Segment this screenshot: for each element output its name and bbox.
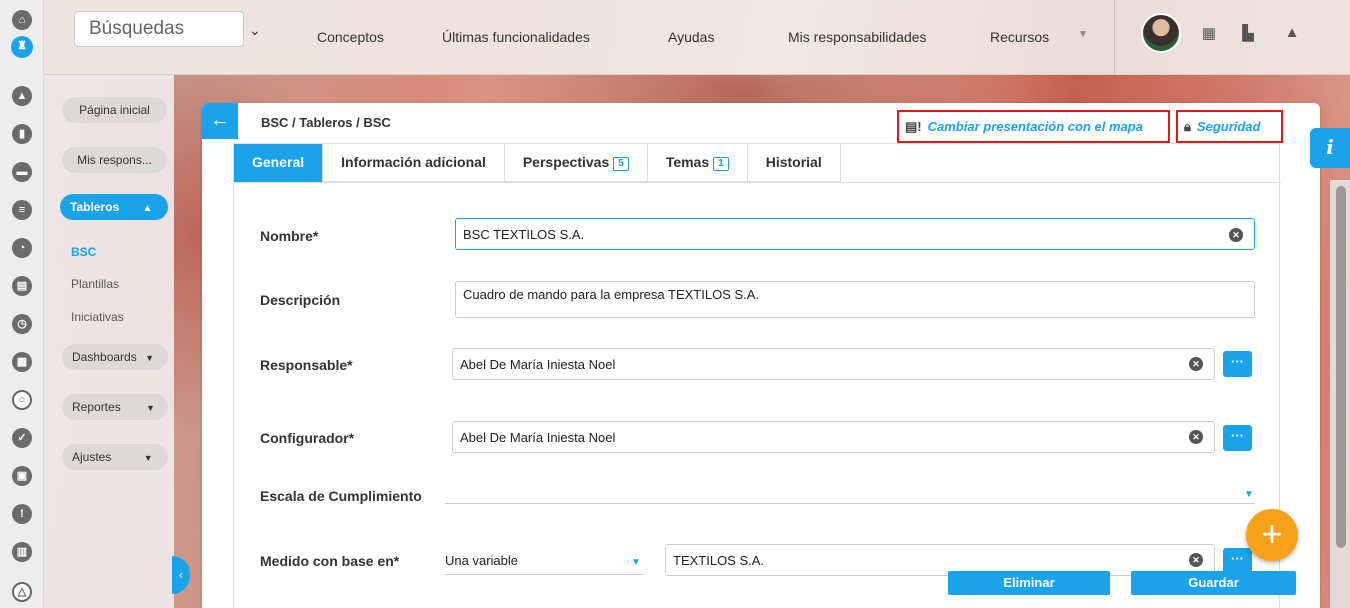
tab-label: Temas xyxy=(665,154,710,170)
sidebar-item-label: Reportes xyxy=(72,400,121,414)
info-icon[interactable]: i xyxy=(1310,128,1350,168)
count-badge: 5 xyxy=(613,157,629,171)
calendar-icon[interactable]: ▥ xyxy=(12,542,32,562)
description-label: Descripción xyxy=(260,292,341,308)
sidebar: Página inicial Mis respons... Tableros ▲… xyxy=(44,75,174,608)
configurator-field[interactable]: Abel De María Iniesta Noel xyxy=(452,421,1215,453)
caret-down-icon: ▼ xyxy=(143,453,153,463)
nav-resources[interactable]: Recursos xyxy=(990,29,1049,45)
bell-icon[interactable]: ▲ xyxy=(1283,24,1301,42)
tab-label: Perspectivas xyxy=(522,154,610,170)
change-map-view-button[interactable]: ▤! Cambiar presentación con el mapa xyxy=(897,110,1170,143)
user-up-icon[interactable]: ▲ xyxy=(12,86,32,106)
clear-icon[interactable]: ✕ xyxy=(1189,357,1203,371)
based-on-label: Medido con base en* xyxy=(260,553,400,569)
security-label: Seguridad xyxy=(1196,119,1261,134)
nav-latest-features[interactable]: Últimas funcionalidades xyxy=(442,29,590,45)
nav-my-responsibilities[interactable]: Mis responsabilidades xyxy=(788,29,927,45)
change-map-view-label: Cambiar presentación con el mapa xyxy=(927,119,1143,134)
caret-down-icon: ▼ xyxy=(146,403,155,413)
pie-icon[interactable]: ◔ xyxy=(12,238,32,258)
compliance-scale-select[interactable] xyxy=(445,486,1255,504)
network-icon[interactable]: △ xyxy=(12,582,32,602)
tab-additional-info[interactable]: Información adicional xyxy=(323,144,505,182)
caret-down-icon: ▼ xyxy=(145,353,154,363)
sidebar-link-bsc[interactable]: BSC xyxy=(71,245,96,259)
name-field[interactable]: BSC TEXTILOS S.A. xyxy=(455,218,1255,250)
clear-icon[interactable]: ✕ xyxy=(1189,430,1203,444)
book-icon[interactable]: ▤ xyxy=(12,276,32,296)
sidebar-item-boards[interactable]: Tableros ▲ xyxy=(60,194,168,220)
icon-rail: ⌂ ♜ ▲ ▮ ▬ ≡ ◔ ▤ ◷ ▦ ○ ✓ ▣ ! ▥ △ xyxy=(0,0,44,608)
clear-icon[interactable]: ✕ xyxy=(1229,228,1243,242)
circle-dash-icon[interactable]: ○ xyxy=(12,390,32,410)
scrollbar-thumb[interactable] xyxy=(1336,186,1346,548)
compliance-scale-label: Escala de Cumplimiento xyxy=(260,488,422,504)
check-icon[interactable]: ✓ xyxy=(12,428,32,448)
home-icon[interactable]: ⌂ xyxy=(12,10,32,30)
tower-icon[interactable]: ♜ xyxy=(11,36,33,58)
search-box[interactable]: Búsquedas xyxy=(74,11,244,47)
tab-perspectives[interactable]: Perspectivas 5 xyxy=(504,144,648,182)
sidebar-item-label: Dashboards xyxy=(72,350,137,364)
sidebar-item-mine[interactable]: Mis respons... xyxy=(62,147,167,173)
tab-history[interactable]: Historial xyxy=(747,144,841,182)
add-button[interactable]: + xyxy=(1246,509,1298,561)
top-bar: Búsquedas ⌄ Conceptos Últimas funcionali… xyxy=(44,0,1350,75)
map-view-icon: ▤! xyxy=(905,119,922,134)
count-badge: 1 xyxy=(713,157,729,171)
document-icon[interactable]: ▦ xyxy=(12,352,32,372)
configurator-more-button[interactable]: ··· xyxy=(1223,425,1252,451)
caret-up-icon: ▲ xyxy=(142,203,153,214)
breadcrumb: BSC / Tableros / BSC xyxy=(261,115,391,130)
avatar[interactable] xyxy=(1141,13,1181,53)
sidebar-link-initiatives[interactable]: Iniciativas xyxy=(71,310,124,324)
presentation-icon[interactable]: ▬ xyxy=(12,162,32,182)
calendar-icon[interactable]: ▦ xyxy=(1200,24,1218,42)
back-arrow-icon[interactable]: ← xyxy=(202,103,238,139)
sidebar-item-settings[interactable]: Ajustes ▼ xyxy=(62,444,168,470)
sidebar-item-dashboards[interactable]: Dashboards ▼ xyxy=(62,344,168,370)
sidebar-item-label: Ajustes xyxy=(72,450,112,464)
divider xyxy=(234,182,1281,183)
owner-field[interactable]: Abel De María Iniesta Noel xyxy=(452,348,1215,380)
nav-concepts[interactable]: Conceptos xyxy=(317,29,384,45)
sidebar-link-templates[interactable]: Plantillas xyxy=(71,277,119,291)
divider xyxy=(1114,0,1115,75)
chevron-down-icon[interactable]: ⌄ xyxy=(249,22,261,39)
caret-down-icon: ▼ xyxy=(1078,29,1088,40)
tab-bar: General Información adicional Perspectiv… xyxy=(234,144,841,182)
warning-icon[interactable]: ! xyxy=(12,504,32,524)
owner-label: Responsable* xyxy=(260,357,353,373)
list-icon[interactable]: ≡ xyxy=(12,200,32,220)
briefcase-icon[interactable]: ▣ xyxy=(12,466,32,486)
lock-icon: 🔒︎ xyxy=(1184,119,1191,134)
caret-down-icon[interactable]: ▼ xyxy=(631,557,641,568)
clock-icon[interactable]: ◷ xyxy=(12,314,32,334)
book-icon[interactable]: ▙ xyxy=(1239,24,1257,42)
delete-button[interactable]: Eliminar xyxy=(948,571,1110,595)
save-button[interactable]: Guardar xyxy=(1131,571,1296,595)
sidebar-item-home[interactable]: Página inicial xyxy=(62,97,167,123)
security-button[interactable]: 🔒︎ Seguridad xyxy=(1176,110,1283,143)
caret-down-icon[interactable]: ▼ xyxy=(1244,489,1254,500)
sidebar-item-reports[interactable]: Reportes ▼ xyxy=(62,394,168,420)
description-field[interactable]: Cuadro de mando para la empresa TEXTILOS… xyxy=(455,281,1255,318)
name-label: Nombre* xyxy=(260,228,319,244)
configurator-label: Configurador* xyxy=(260,430,355,446)
based-on-select[interactable]: Una variable xyxy=(445,553,645,575)
clear-icon[interactable]: ✕ xyxy=(1189,553,1203,567)
owner-more-button[interactable]: ··· xyxy=(1223,351,1252,377)
tab-general[interactable]: General xyxy=(234,144,324,182)
tab-themes[interactable]: Temas 1 xyxy=(647,144,748,182)
chart-icon[interactable]: ▮ xyxy=(12,124,32,144)
nav-help[interactable]: Ayudas xyxy=(668,29,714,45)
sidebar-item-label: Tableros xyxy=(70,200,120,214)
